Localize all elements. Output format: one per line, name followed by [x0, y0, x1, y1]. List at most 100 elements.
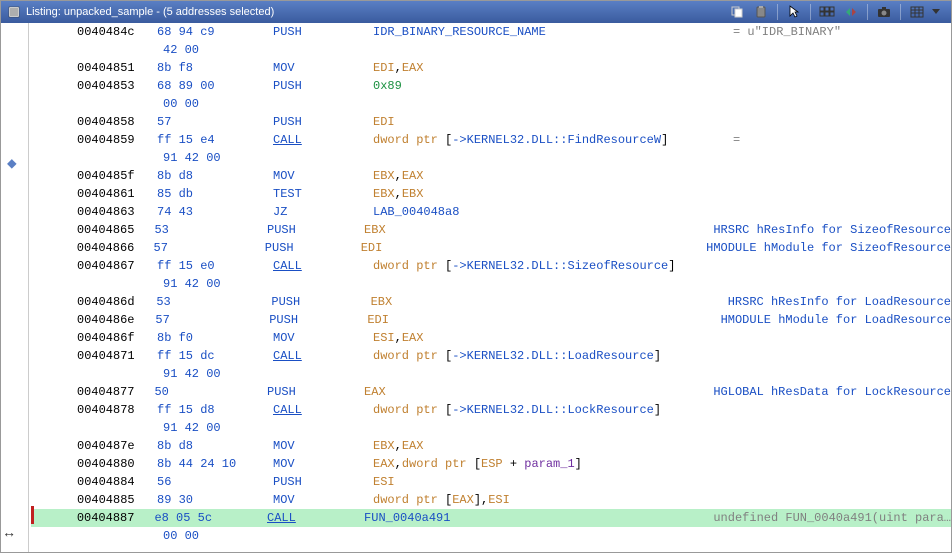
dropdown-icon[interactable] — [931, 3, 941, 21]
listing-row[interactable]: 91 42 00 — [31, 275, 951, 293]
listing-row[interactable]: 0040486f8b f0MOVESI,EAX — [31, 329, 951, 347]
listing-row[interactable]: 004048808b 44 24 10MOVEAX,dword ptr [ESP… — [31, 455, 951, 473]
mnemonic: PUSH — [271, 293, 370, 311]
titlebar-title: Listing: unpacked_sample - (5 addresses … — [26, 6, 723, 18]
address: 0040487e — [77, 437, 157, 455]
bytes: 57 — [157, 113, 273, 131]
listing-row[interactable]: 0040485857PUSHEDI — [31, 113, 951, 131]
address: 00404861 — [77, 185, 157, 203]
listing-row[interactable]: 00 00 — [31, 527, 951, 545]
gutter[interactable]: ◆ ↔ — [1, 23, 29, 552]
listing-row[interactable]: 0040486d53PUSHEBXHRSRC hResInfo for Load… — [31, 293, 951, 311]
table-icon[interactable] — [907, 3, 927, 21]
bytes: 53 — [154, 221, 267, 239]
listing-row[interactable]: 00 00 — [31, 95, 951, 113]
operands: EBX,EAX — [373, 167, 733, 185]
listing-row[interactable]: 0040486374 43JZLAB_004048a8 — [31, 203, 951, 221]
listing-row[interactable]: 0040486553PUSHEBXHRSRC hResInfo for Size… — [31, 221, 951, 239]
listing-row[interactable]: 0040486657PUSHEDIHMODULE hModule for Siz… — [31, 239, 951, 257]
listing-row[interactable]: 00404887e8 05 5cCALLFUN_0040a491undefine… — [31, 509, 951, 527]
bytes: e8 05 5c — [154, 509, 267, 527]
bytes: 74 43 — [157, 203, 273, 221]
operands: dword ptr [->KERNEL32.DLL::FindResourceW… — [373, 131, 733, 149]
snapshot-icon[interactable] — [874, 3, 894, 21]
mnemonic: MOV — [273, 437, 373, 455]
mnemonic: PUSH — [273, 77, 373, 95]
operands: 0x89 — [373, 77, 733, 95]
bytes: 50 — [154, 383, 267, 401]
bytes-continuation: 91 42 00 — [163, 275, 279, 293]
mnemonic: CALL — [273, 257, 373, 275]
listing-row[interactable]: 42 00 — [31, 41, 951, 59]
bytes: ff 15 d8 — [157, 401, 273, 419]
listing-row[interactable]: 00404867ff 15 e0CALLdword ptr [->KERNEL3… — [31, 257, 951, 275]
paste-icon[interactable] — [751, 3, 771, 21]
operands: EAX,dword ptr [ESP + param_1] — [373, 455, 733, 473]
copy-icon[interactable] — [727, 3, 747, 21]
listing-row[interactable]: 91 42 00 — [31, 419, 951, 437]
operands: LAB_004048a8 — [373, 203, 733, 221]
bytes-continuation: 91 42 00 — [163, 419, 279, 437]
address: 00404863 — [77, 203, 157, 221]
nav-arrow-icon[interactable]: ↔ — [5, 526, 13, 542]
mnemonic: MOV — [273, 59, 373, 77]
operands: dword ptr [->KERNEL32.DLL::LoadResource] — [373, 347, 733, 365]
listing-row[interactable]: 0040485368 89 00PUSH0x89 — [31, 77, 951, 95]
address: 0040484c — [77, 23, 157, 41]
listing-body[interactable]: 0040484c68 94 c9PUSHIDR_BINARY_RESOURCE_… — [29, 23, 951, 552]
comment: HMODULE hModule for LoadResource — [721, 311, 951, 329]
listing-row[interactable]: 0040487750PUSHEAXHGLOBAL hResData for Lo… — [31, 383, 951, 401]
comment: HMODULE hModule for SizeofResource — [706, 239, 951, 257]
list-icon — [7, 5, 21, 19]
bytes: 8b f8 — [157, 59, 273, 77]
listing-row[interactable]: 0040487e8b d8MOVEBX,EAX — [31, 437, 951, 455]
mnemonic: MOV — [273, 329, 373, 347]
address: 00404866 — [77, 239, 154, 257]
address: 00404880 — [77, 455, 157, 473]
listing-row[interactable]: 0040486e57PUSHEDIHMODULE hModule for Loa… — [31, 311, 951, 329]
mnemonic: MOV — [273, 167, 373, 185]
separator — [777, 4, 778, 20]
diff-icon[interactable] — [841, 3, 861, 21]
listing-row[interactable]: 0040488589 30MOVdword ptr [EAX],ESI — [31, 491, 951, 509]
listing-row[interactable]: 91 42 00 — [31, 365, 951, 383]
mnemonic: PUSH — [273, 473, 373, 491]
mnemonic: PUSH — [267, 383, 364, 401]
address: 0040485f — [77, 167, 157, 185]
listing-row[interactable]: 00404859ff 15 e4CALLdword ptr [->KERNEL3… — [31, 131, 951, 149]
bytes: 8b d8 — [157, 167, 273, 185]
listing-row[interactable]: 0040484c68 94 c9PUSHIDR_BINARY_RESOURCE_… — [31, 23, 951, 41]
cursor-icon[interactable] — [784, 3, 804, 21]
listing-row[interactable]: 0040486185 dbTESTEBX,EBX — [31, 185, 951, 203]
mnemonic: MOV — [273, 455, 373, 473]
listing-row[interactable]: 004048518b f8MOVEDI,EAX — [31, 59, 951, 77]
mnemonic: TEST — [273, 185, 373, 203]
listing-row[interactable]: 00404878ff 15 d8CALLdword ptr [->KERNEL3… — [31, 401, 951, 419]
listing-row[interactable]: 0040485f8b d8MOVEBX,EAX — [31, 167, 951, 185]
bytes: 68 89 00 — [157, 77, 273, 95]
bytes-continuation: 91 42 00 — [163, 149, 279, 167]
bytes: 89 30 — [157, 491, 273, 509]
bytes: 8b d8 — [157, 437, 273, 455]
listing-row[interactable]: 91 42 00 — [31, 149, 951, 167]
comment: undefined FUN_0040a491(uint para… — [713, 509, 951, 527]
bytes: 56 — [157, 473, 273, 491]
address: 00404858 — [77, 113, 157, 131]
content-area: ◆ ↔ 0040484c68 94 c9PUSHIDR_BINARY_RESOU… — [1, 23, 951, 552]
titlebar: Listing: unpacked_sample - (5 addresses … — [1, 1, 951, 23]
marker-icon[interactable]: ◆ — [7, 153, 21, 167]
bytes: 8b 44 24 10 — [157, 455, 273, 473]
operands: EAX — [364, 383, 713, 401]
mnemonic: PUSH — [269, 311, 367, 329]
bytes: 57 — [155, 311, 269, 329]
bytes: 57 — [154, 239, 265, 257]
address: 0040486f — [77, 329, 157, 347]
listing-row[interactable]: 0040488456PUSHESI — [31, 473, 951, 491]
listing-row[interactable]: 00404871ff 15 dcCALLdword ptr [->KERNEL3… — [31, 347, 951, 365]
address: 00404887 — [77, 509, 155, 527]
fields-icon[interactable] — [817, 3, 837, 21]
bytes: 85 db — [157, 185, 273, 203]
bytes: 68 94 c9 — [157, 23, 273, 41]
bytes-continuation: 42 00 — [163, 41, 279, 59]
comment: HRSRC hResInfo for LoadResource — [728, 293, 951, 311]
